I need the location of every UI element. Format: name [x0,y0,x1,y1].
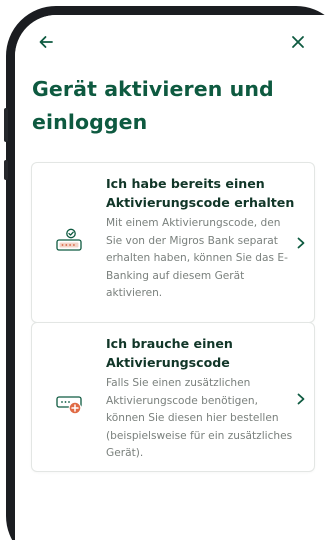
option-title: Ich habe bereits einen Aktivierungscode … [106,176,295,210]
code-received-icon [56,228,82,251]
arrow-left-icon [39,36,53,48]
close-icon [292,36,304,48]
option-card-have-code[interactable]: Ich habe bereits einen Aktivierungscode … [31,162,315,323]
back-button[interactable] [35,31,57,53]
chevron-right-icon [297,393,305,405]
page-title: Gerät aktivieren und einloggen [32,77,274,134]
option-description: Mit einem Aktivierungscode, den Sie von … [106,217,288,299]
chevron-right-icon [297,237,305,249]
phone-side-button [4,108,8,142]
phone-screen: Gerät aktivieren und einloggen Ich habe … [15,15,327,540]
option-title: Ich brauche einen Aktivierungscode [106,336,233,370]
option-description: Falls Sie einen zusätzlichen Aktivierung… [106,377,293,459]
phone-side-button [4,160,8,180]
code-request-icon [56,396,82,415]
top-bar [15,27,327,57]
close-button[interactable] [287,31,309,53]
option-card-need-code[interactable]: Ich brauche einen Aktivierungscode Falls… [31,322,315,472]
app-screen: Gerät aktivieren und einloggen Ich habe … [0,0,327,540]
